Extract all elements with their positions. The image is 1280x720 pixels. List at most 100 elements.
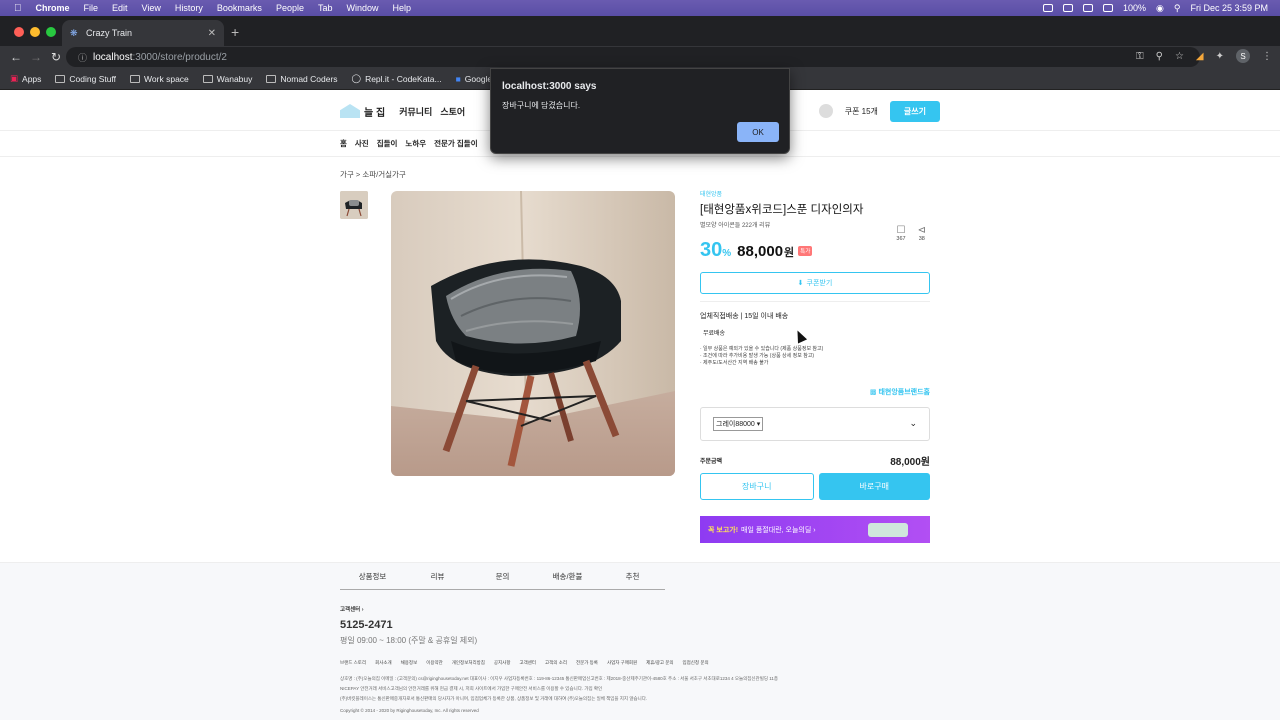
footer-link[interactable]: 회사소개: [375, 660, 392, 666]
footer-link[interactable]: 개인정보처리방침: [452, 660, 485, 666]
cs-phone: 5125-2471: [340, 619, 393, 631]
chevron-down-icon[interactable]: ⌄: [909, 418, 917, 429]
info-icon[interactable]: ⓘ: [78, 51, 87, 64]
nav-store[interactable]: 스토어: [440, 105, 465, 118]
bookmark-count: 367: [896, 236, 906, 242]
flag-icon[interactable]: [1102, 4, 1113, 12]
bookmark-google[interactable]: ■ Google: [456, 74, 493, 84]
status-icon[interactable]: [1042, 4, 1053, 12]
bookmark-label: Wanabuy: [216, 73, 253, 84]
footer-link[interactable]: 고객의 소리: [545, 660, 567, 666]
minimize-window-icon[interactable]: [30, 27, 40, 37]
footer-link[interactable]: 브랜드 스토리: [340, 660, 366, 666]
profile-avatar[interactable]: S: [1236, 49, 1250, 63]
menu-file[interactable]: File: [84, 3, 99, 13]
bookmark-wanabuy[interactable]: Wanabuy: [202, 73, 253, 84]
close-window-icon[interactable]: [14, 27, 24, 37]
search-icon[interactable]: ⚲: [1174, 3, 1181, 14]
option-select[interactable]: 그레이88000 ▾: [713, 417, 764, 431]
menubar-datetime[interactable]: Fri Dec 25 3:59 PM: [1190, 3, 1268, 13]
menu-view[interactable]: View: [142, 3, 161, 13]
apple-icon[interactable]: : [14, 3, 22, 14]
divider: [700, 301, 930, 302]
product-thumbnail[interactable]: [340, 191, 368, 219]
extension-icon[interactable]: ◢: [1196, 51, 1204, 62]
company-info-line: NICEPAY 안전거래 서비스고객님의 안전거래를 위해 현금 결제 시, 저…: [340, 686, 603, 691]
discount-percent: %: [722, 248, 732, 259]
footer-link[interactable]: 채용정보: [401, 660, 418, 666]
tab-recommend[interactable]: 추천: [600, 571, 665, 582]
option-box[interactable]: 그레이88000 ▾ ⌄: [700, 407, 930, 441]
footer-link[interactable]: 입점신청 문의: [683, 660, 709, 666]
menu-help[interactable]: Help: [393, 3, 412, 13]
lower-section: 상품정보 리뷰 문의 배송/환불 추천 고객센터 › 5125-2471 평일 …: [0, 562, 1280, 720]
menu-app-name[interactable]: Chrome: [36, 3, 70, 13]
share-button[interactable]: ⊲ 38: [918, 225, 926, 242]
footer-link[interactable]: 사업자 구매회원: [607, 660, 637, 666]
subnav-housewarming[interactable]: 집들이: [377, 138, 398, 149]
url-host: localhost: [93, 51, 133, 63]
key-icon[interactable]: ⚿: [1136, 51, 1144, 62]
menu-bookmarks[interactable]: Bookmarks: [217, 3, 262, 13]
subnav-knowhow[interactable]: 노하우: [405, 138, 426, 149]
wifi-icon[interactable]: ◉: [1156, 3, 1164, 14]
more-icon[interactable]: ⋮: [1262, 51, 1272, 62]
product-image: [391, 191, 675, 476]
apps-grid-icon: ▣: [10, 73, 19, 83]
subnav-home[interactable]: 홈: [340, 138, 347, 149]
bookmark-button[interactable]: ☐ 367: [896, 225, 905, 242]
shipping-note: · 제주도/도서산간 지역 배송 불가: [700, 360, 769, 366]
coupon-count[interactable]: 쿠폰 15개: [845, 106, 878, 117]
user-avatar[interactable]: [818, 104, 833, 118]
close-tab-icon[interactable]: ✕: [208, 28, 216, 39]
site-logo[interactable]: 늘 집: [340, 104, 385, 119]
zoom-icon[interactable]: ⚲: [1156, 51, 1163, 62]
subnav-expert[interactable]: 전문가 집들이: [434, 138, 477, 149]
footer-link[interactable]: 고객센터: [519, 660, 536, 666]
alert-ok-button[interactable]: OK: [737, 122, 779, 142]
buy-now-button[interactable]: 바로구매: [818, 473, 930, 500]
menu-people[interactable]: People: [276, 3, 304, 13]
bookmark-work-space[interactable]: Work space: [130, 74, 189, 84]
promo-banner[interactable]: 꼭 보고가! 매일 품절대란, 오늘의딜 ›: [700, 516, 930, 543]
status-icon[interactable]: [1062, 4, 1073, 12]
footer-link[interactable]: 이용약관: [426, 660, 443, 666]
puzzle-icon[interactable]: ✦: [1216, 51, 1224, 62]
menu-tab[interactable]: Tab: [318, 3, 333, 13]
shipping-title: 업체직접배송 | 15일 이내 배송: [700, 313, 789, 320]
nav-community[interactable]: 커뮤니티: [399, 105, 432, 118]
battery-percent[interactable]: 100%: [1123, 3, 1146, 13]
bookmark-apps[interactable]: ▣ Apps: [10, 73, 41, 84]
back-icon[interactable]: ←: [6, 50, 26, 64]
footer-link[interactable]: 공지사항: [494, 660, 511, 666]
address-bar[interactable]: ⓘ localhost:3000/store/product/2: [66, 47, 1200, 67]
brand-home-link[interactable]: ▩ 태현앙품브랜드홈: [700, 387, 930, 397]
maximize-window-icon[interactable]: [46, 27, 56, 37]
subnav-photos[interactable]: 사진: [355, 138, 369, 149]
menu-window[interactable]: Window: [346, 3, 378, 13]
tab-inquiry[interactable]: 문의: [470, 571, 535, 582]
write-button[interactable]: 글쓰기: [889, 100, 940, 122]
share-count: 38: [918, 236, 925, 242]
add-to-cart-button[interactable]: 장바구니: [700, 473, 814, 500]
footer-link[interactable]: 제휴/광고 문의: [646, 660, 673, 666]
tab-shipping-refund[interactable]: 배송/환불: [535, 571, 600, 582]
new-tab-icon[interactable]: +: [231, 24, 239, 40]
menu-history[interactable]: History: [175, 3, 203, 13]
bookmark-replit[interactable]: ◯ Repl.it - CodeKata...: [352, 73, 442, 84]
tab-product-info[interactable]: 상품정보: [340, 571, 405, 582]
brand-name[interactable]: 태현앙품: [700, 189, 930, 198]
menu-edit[interactable]: Edit: [112, 3, 128, 13]
forward-icon[interactable]: →: [26, 50, 46, 64]
status-icon[interactable]: [1082, 4, 1093, 12]
star-icon[interactable]: ☆: [1175, 51, 1184, 62]
bookmark-nomad-coders[interactable]: Nomad Coders: [266, 74, 338, 84]
footer-link[interactable]: 전문가 등록: [576, 660, 598, 666]
browser-tab[interactable]: ❋ Crazy Train ✕: [62, 20, 224, 46]
customer-center-link[interactable]: 고객센터 ›: [340, 605, 940, 613]
tab-reviews[interactable]: 리뷰: [405, 571, 470, 582]
bookmark-coding-stuff[interactable]: Coding Stuff: [55, 74, 116, 84]
coupon-button[interactable]: ⬇ 쿠폰받기: [700, 272, 930, 294]
reload-icon[interactable]: ↻: [46, 50, 66, 64]
breadcrumb[interactable]: 가구 > 소파/거실가구: [340, 169, 406, 180]
